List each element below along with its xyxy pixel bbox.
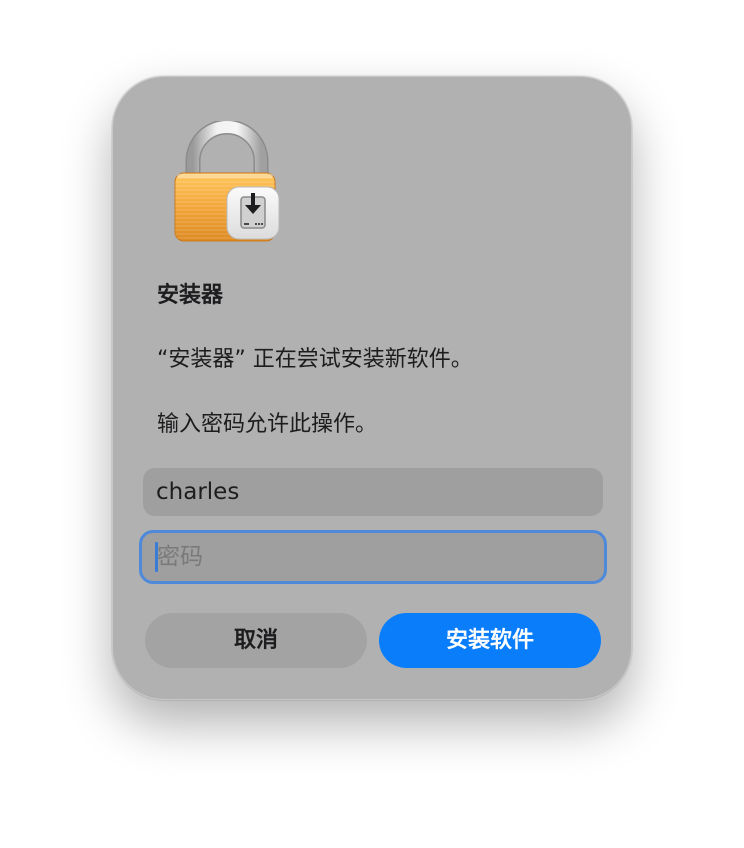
install-software-button[interactable]: 安装软件 — [379, 613, 601, 668]
installer-badge-icon — [226, 186, 280, 240]
password-field[interactable]: 密码 — [139, 530, 607, 584]
dialog-prompt: 输入密码允许此操作。 — [157, 412, 378, 437]
auth-dialog: 安装器 “安装器” 正在尝试安装新软件。 输入密码允许此操作。 charles … — [112, 76, 632, 700]
text-caret — [155, 542, 158, 572]
username-value: charles — [156, 479, 240, 505]
password-placeholder: 密码 — [157, 544, 203, 570]
dialog-title: 安装器 — [157, 283, 224, 308]
username-field[interactable]: charles — [143, 468, 603, 516]
cancel-button[interactable]: 取消 — [145, 613, 367, 668]
lock-icon — [171, 119, 283, 245]
dialog-message: “安装器” 正在尝试安装新软件。 — [157, 347, 473, 372]
